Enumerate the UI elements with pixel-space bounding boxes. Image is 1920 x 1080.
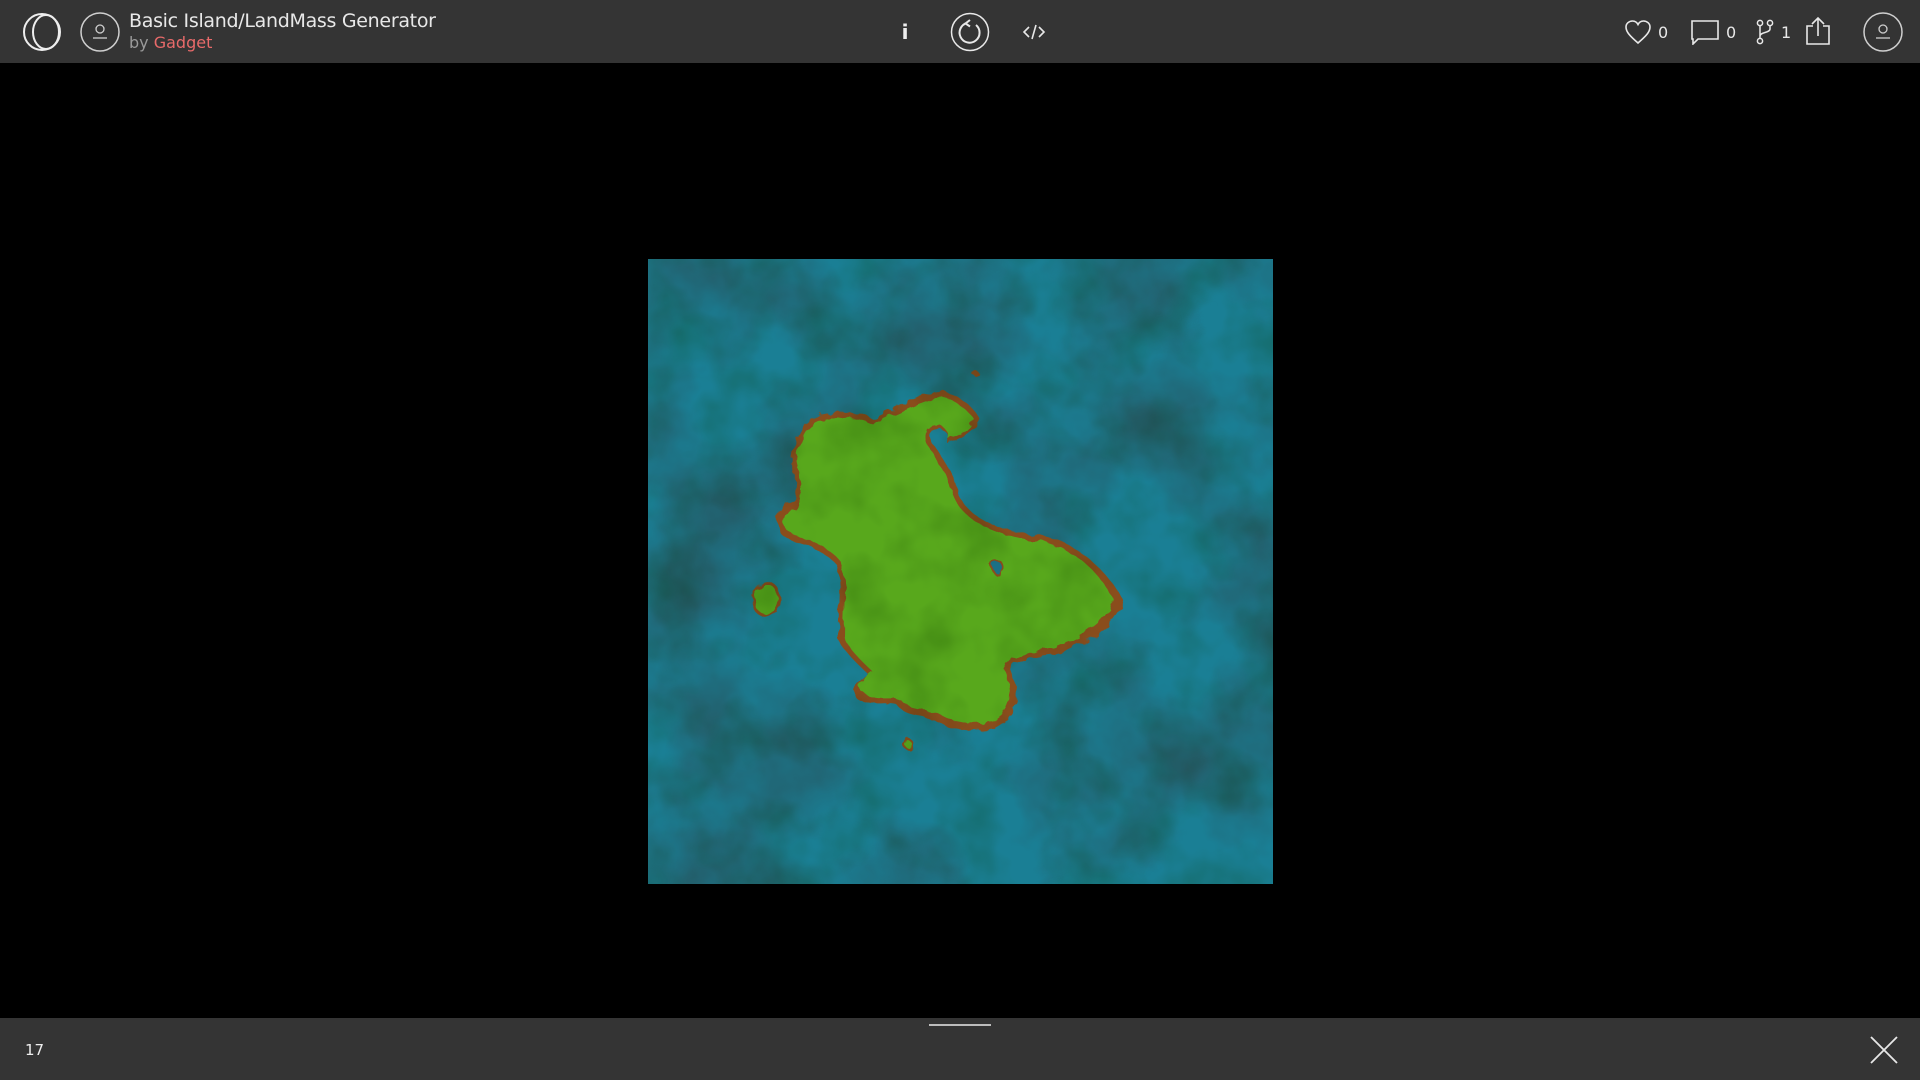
user-avatar-icon[interactable] bbox=[1863, 12, 1903, 52]
share-icon[interactable] bbox=[1805, 16, 1831, 46]
comment-icon bbox=[1691, 20, 1719, 45]
bottom-bar: 17 bbox=[0, 1018, 1920, 1080]
comments-stat[interactable]: 0 bbox=[1690, 18, 1736, 46]
forks-stat[interactable]: 1 bbox=[1755, 18, 1791, 46]
drawer-handle[interactable] bbox=[929, 1024, 991, 1026]
frame-counter: 17 bbox=[25, 1041, 45, 1059]
right-toolbar: 0 0 1 bbox=[0, 12, 1920, 52]
render-canvas[interactable] bbox=[648, 259, 1273, 884]
likes-count: 0 bbox=[1658, 22, 1669, 42]
top-bar: Basic Island/LandMass Generator by Gadge… bbox=[0, 0, 1920, 63]
fork-icon bbox=[1756, 19, 1774, 45]
comments-count: 0 bbox=[1726, 22, 1737, 42]
heart-icon bbox=[1625, 20, 1651, 45]
island-render bbox=[648, 259, 1273, 884]
forks-count: 1 bbox=[1781, 22, 1792, 42]
close-icon[interactable] bbox=[1869, 1035, 1899, 1065]
likes-stat[interactable]: 0 bbox=[1624, 18, 1668, 46]
